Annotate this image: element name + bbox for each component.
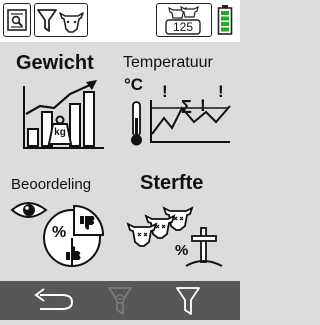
filter-icon [176, 287, 200, 315]
mortality-icon [126, 206, 223, 267]
herd-count-value: 125 [172, 20, 194, 34]
cattle-filter-button[interactable] [34, 3, 88, 37]
report-search-button[interactable] [3, 3, 31, 37]
filter-remove-button[interactable] [80, 281, 160, 320]
battery-icon [217, 5, 233, 35]
report-search-icon [7, 9, 27, 31]
filter-button[interactable] [160, 281, 240, 320]
mortality-percent-symbol: % [175, 242, 189, 259]
tile-temperatuur[interactable]: Temperatuur °C ! Σ ! ! [120, 44, 240, 164]
filter-cattle-icon [37, 9, 84, 33]
back-button[interactable] [0, 281, 80, 320]
tile-beoordeling[interactable]: Beoordeling % [0, 164, 120, 284]
filter-remove-icon [108, 287, 132, 315]
temperature-alert-2: ! [200, 96, 206, 115]
weight-chart-icon [23, 80, 104, 149]
herd-count-display[interactable]: 125 [156, 3, 212, 37]
bottom-bar [0, 281, 240, 320]
tile-gewicht[interactable]: Gewicht kg [0, 44, 120, 164]
temperature-sigma: Σ [181, 97, 192, 117]
tile-sterfte[interactable]: Sterfte % [120, 164, 240, 284]
temperature-alert-1: ! [162, 82, 168, 101]
temperature-alert-3: ! [218, 82, 224, 101]
weight-unit-label: kg [54, 127, 66, 138]
assessment-percent-symbol: % [52, 224, 67, 241]
top-bar: 125 [0, 0, 240, 42]
back-arrow-icon [34, 288, 74, 310]
temperature-chart-icon [131, 100, 231, 146]
